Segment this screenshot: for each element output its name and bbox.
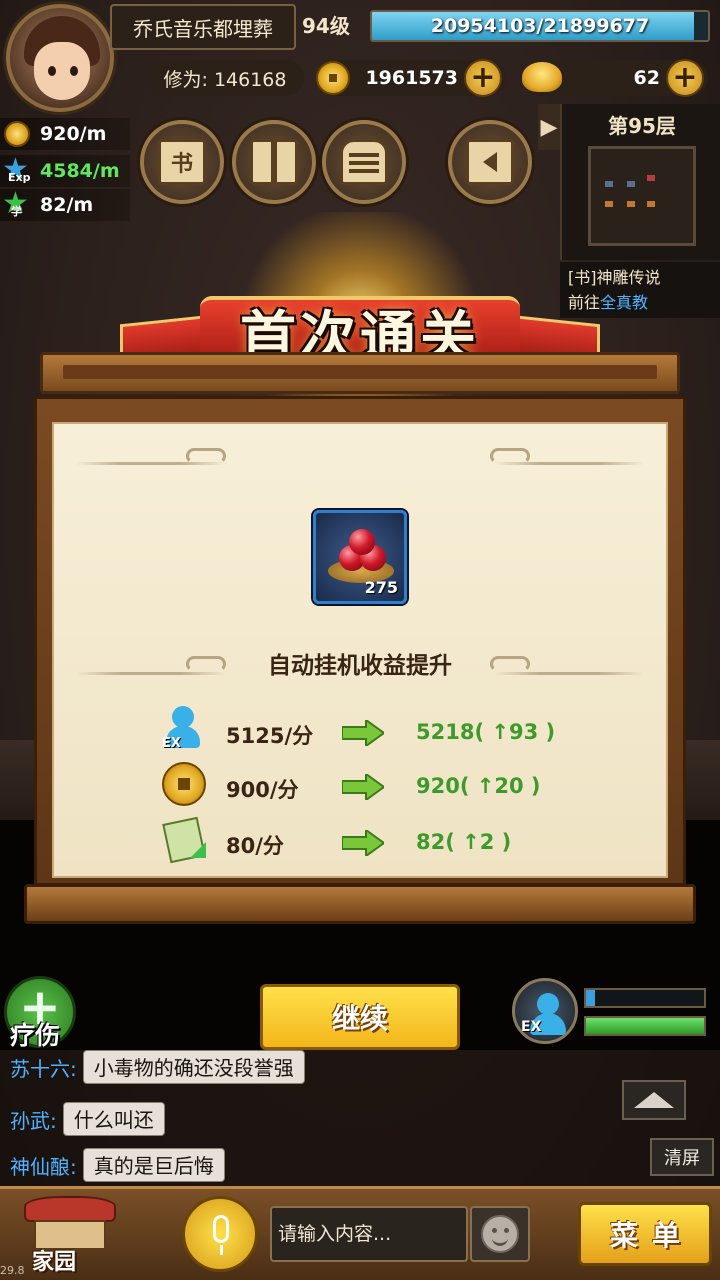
cultivation-value: 修为: 146168	[146, 60, 304, 96]
quest-title: [书]神雕传说	[568, 268, 661, 287]
heal-label: 疗伤	[10, 1021, 61, 1050]
quest-target-link[interactable]: 全真教	[600, 293, 648, 312]
reward-item[interactable]: 275	[313, 510, 407, 604]
avatar-face	[34, 42, 90, 100]
microphone-icon	[213, 1215, 229, 1243]
book-button[interactable]: 书	[140, 120, 224, 204]
chat-input[interactable]	[270, 1206, 468, 1262]
reward-subtitle: 自动挂机收益提升	[268, 653, 452, 679]
scroll-icon	[160, 816, 210, 866]
house-roof-icon	[24, 1196, 116, 1222]
chat-message: 孙武: 什么叫还	[10, 1102, 165, 1136]
avatar-eye	[48, 66, 56, 76]
study-star-icon: ★ 学	[2, 186, 29, 221]
study-rate-row: ★ 学 82/m	[0, 189, 130, 221]
old-coin-rate: 900/分	[226, 778, 299, 802]
arrow-right-icon	[342, 830, 384, 856]
floor-number: 第95层	[608, 114, 676, 138]
cloud-ornament	[186, 448, 226, 464]
item-count: 275	[364, 578, 398, 597]
scroll-up-button[interactable]	[622, 1080, 686, 1120]
exp-person-icon	[537, 993, 559, 1015]
voice-button[interactable]	[182, 1196, 258, 1272]
coin-icon	[316, 61, 350, 95]
gift-button[interactable]	[232, 120, 316, 204]
old-study-rate: 80/分	[226, 834, 284, 858]
add-ingots-button[interactable]: +	[666, 59, 704, 97]
smiley-icon	[481, 1215, 519, 1253]
chevron-up-icon	[634, 1092, 674, 1108]
exit-button[interactable]	[448, 120, 532, 204]
chat-text: 小毒物的确还没段誉强	[82, 1050, 305, 1084]
exp-rate-row: ★ Exp 4584/m	[0, 155, 130, 187]
coin-amount: 1961573	[365, 67, 458, 89]
clear-chat-button[interactable]: 清屏	[650, 1138, 714, 1176]
gift-icon	[250, 139, 298, 185]
red-pill-icon	[349, 529, 375, 555]
book-icon: 书	[158, 139, 206, 185]
chat-text: 真的是巨后悔	[82, 1148, 225, 1182]
avatar-eye	[70, 66, 78, 76]
add-coins-button[interactable]: +	[464, 59, 502, 97]
chat-sender[interactable]: 苏十六:	[10, 1053, 77, 1082]
fps-counter: 29.8	[0, 1264, 25, 1277]
chat-sender[interactable]: 神仙酿:	[10, 1151, 77, 1180]
home-label: 家园	[32, 1250, 77, 1275]
exit-door-icon	[466, 139, 514, 185]
blue-progress-bar	[584, 988, 706, 1008]
cloud-ornament	[490, 448, 530, 464]
coin-rate-row: 920/m	[0, 118, 130, 150]
exp-progress-text: 20954103/21899677	[430, 15, 650, 37]
menu-button[interactable]: 菜单	[578, 1202, 712, 1266]
gold-ingot-icon	[522, 62, 562, 92]
arrow-right-icon	[342, 774, 384, 800]
quest-objective: 前往全真教	[568, 293, 649, 312]
exp-rate: 4584/m	[40, 160, 120, 182]
arrow-right-icon	[342, 720, 384, 746]
emoji-button[interactable]	[470, 1206, 530, 1262]
exp-star-icon: ★ Exp	[2, 152, 31, 187]
player-level: 94级	[302, 14, 350, 38]
ingot-amount: 62	[633, 67, 660, 89]
chat-text: 什么叫还	[62, 1102, 165, 1136]
panel-top-beam	[40, 352, 680, 394]
minimap[interactable]: 第95层	[560, 104, 720, 260]
player-avatar[interactable]	[6, 4, 114, 112]
chat-message: 神仙酿: 真的是巨后悔	[10, 1148, 225, 1182]
exp-boost-button[interactable]: EX	[512, 978, 578, 1044]
shop-button[interactable]	[322, 120, 406, 204]
continue-button[interactable]: 继续	[260, 984, 460, 1050]
chat-message: 苏十六: 小毒物的确还没段誉强	[10, 1050, 305, 1084]
player-name: 乔氏音乐都埋葬	[110, 4, 296, 50]
coin-icon	[0, 118, 34, 150]
panel-bottom-beam	[24, 884, 696, 924]
quest-tracker[interactable]: [书]神雕传说 前往全真教	[560, 262, 720, 318]
green-progress-bar	[584, 1016, 706, 1036]
exp-person-icon: EX	[160, 706, 210, 756]
minimap-room	[588, 146, 696, 246]
coin-icon	[160, 760, 210, 810]
minimap-toggle[interactable]: ▶	[538, 104, 560, 150]
shop-icon	[340, 139, 388, 185]
study-rate: 82/m	[40, 194, 94, 216]
old-exp-rate: 5125/分	[226, 724, 314, 748]
coin-rate: 920/m	[40, 123, 107, 145]
new-exp-rate: 5218( ↑93 )	[416, 720, 556, 744]
chat-sender[interactable]: 孙武:	[10, 1105, 57, 1134]
exp-progress-bar: 20954103/21899677	[370, 10, 710, 42]
new-study-rate: 82( ↑2 )	[416, 830, 512, 854]
new-coin-rate: 920( ↑20 )	[416, 774, 541, 798]
